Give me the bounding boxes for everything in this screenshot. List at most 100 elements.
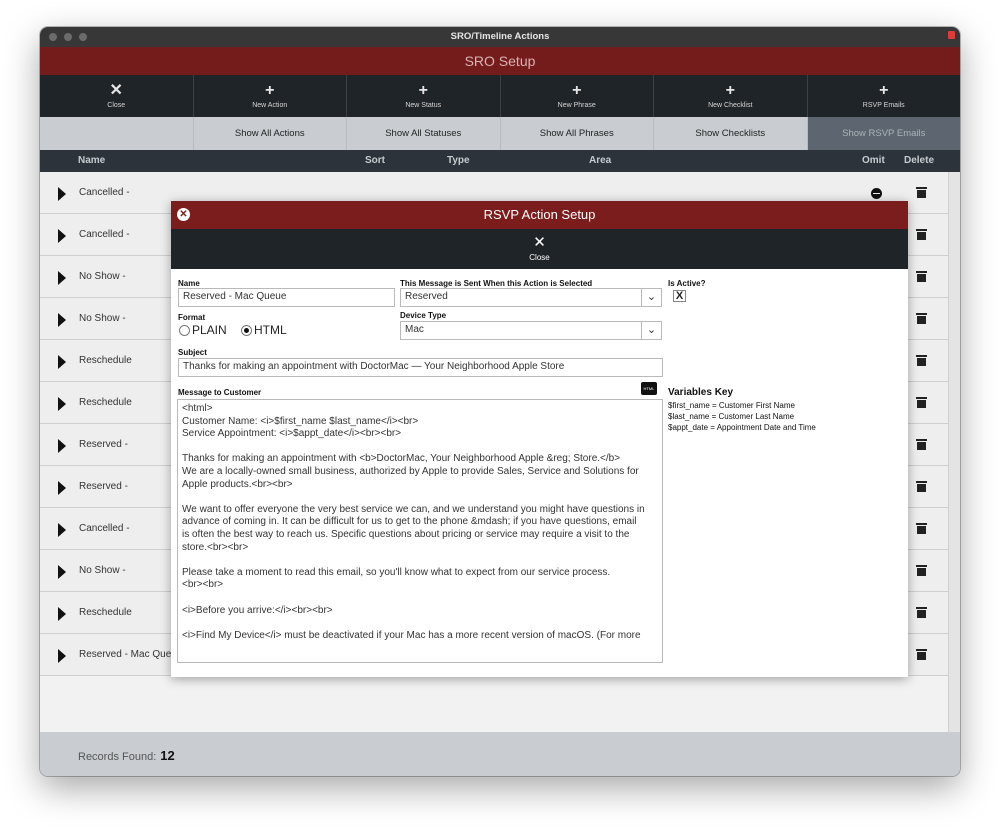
disclosure-triangle-icon[interactable] <box>58 355 66 369</box>
trash-icon[interactable] <box>916 187 927 198</box>
html-icon[interactable]: HTML <box>641 382 657 395</box>
sent-when-select[interactable]: Reserved ⌄ <box>400 288 662 307</box>
rsvp-emails-button[interactable]: + RSVP Emails <box>808 75 961 117</box>
row-name: No Show - <box>79 271 126 282</box>
new-action-label: New Action <box>252 101 288 109</box>
message-line: Thanks for making an appointment with <b… <box>182 453 621 465</box>
title-bar: SRO/Timeline Actions <box>40 27 960 47</box>
close-button-label: Close <box>107 101 126 109</box>
variable-last-name: $last_name = Customer Last Name <box>668 412 795 421</box>
variables-key-title: Variables Key <box>668 387 734 398</box>
disclosure-triangle-icon[interactable] <box>58 607 66 621</box>
device-type-value: Mac <box>405 324 424 335</box>
message-line: <i>Find My Device</i> must be deactivate… <box>182 629 641 641</box>
message-line <box>182 592 658 605</box>
trash-icon[interactable] <box>916 607 927 618</box>
row-name: Cancelled - <box>79 187 130 198</box>
message-line: Customer Name: <i>$first_name $last_name… <box>182 415 419 427</box>
show-all-actions-button[interactable]: Show All Actions <box>194 117 347 150</box>
scrollbar[interactable] <box>948 172 960 737</box>
message-line: <i>Before you arrive:</i><br><br> <box>182 604 333 616</box>
lock-icon <box>948 31 955 39</box>
records-found: Records Found: 12 <box>78 748 175 763</box>
plus-icon: + <box>572 81 582 99</box>
device-type-label: Device Type <box>400 311 447 320</box>
disclosure-triangle-icon[interactable] <box>58 649 66 663</box>
col-area[interactable]: Area <box>589 155 611 166</box>
is-active-checkbox[interactable]: X <box>673 290 686 302</box>
message-textarea[interactable]: <html> Customer Name: <i>$first_name $las… <box>177 399 663 663</box>
trash-icon[interactable] <box>916 481 927 492</box>
omit-icon[interactable] <box>871 188 882 199</box>
subject-field[interactable]: Thanks for making an appointment with Do… <box>178 358 663 377</box>
disclosure-triangle-icon[interactable] <box>58 229 66 243</box>
trash-icon[interactable] <box>916 229 927 240</box>
row-name: Reschedule <box>79 607 132 618</box>
trash-icon[interactable] <box>916 523 927 534</box>
disclosure-triangle-icon[interactable] <box>58 565 66 579</box>
trash-icon[interactable] <box>916 649 927 660</box>
col-name[interactable]: Name <box>78 155 105 166</box>
trash-icon[interactable] <box>916 271 927 282</box>
close-button[interactable]: ✕ Close <box>40 75 194 117</box>
sent-when-label: This Message is Sent When this Action is… <box>400 279 593 288</box>
subject-label: Subject <box>178 348 207 357</box>
filter-blank <box>40 117 194 150</box>
page-title: SRO Setup <box>40 47 960 75</box>
show-rsvp-emails-button[interactable]: Show RSVP Emails <box>807 117 960 150</box>
row-name: Reschedule <box>79 397 132 408</box>
show-all-statuses-button[interactable]: Show All Statuses <box>347 117 501 150</box>
sent-when-value: Reserved <box>405 291 448 302</box>
window-title: SRO/Timeline Actions <box>450 31 550 42</box>
is-active-label: Is Active? <box>668 279 706 288</box>
trash-icon[interactable] <box>916 397 927 408</box>
format-label: Format <box>178 313 206 322</box>
message-line: store.<br><br> <box>182 541 249 553</box>
message-line: Please take a moment to read this email,… <box>182 566 611 578</box>
trash-icon[interactable] <box>916 565 927 576</box>
col-type[interactable]: Type <box>447 155 470 166</box>
message-line: Apple products.<br><br> <box>182 478 293 490</box>
disclosure-triangle-icon[interactable] <box>58 397 66 411</box>
toolbar: ✕ Close + New Action + New Status + New … <box>40 75 960 117</box>
new-action-button[interactable]: + New Action <box>194 75 347 117</box>
message-line: <html> <box>182 403 213 414</box>
plus-icon: + <box>418 81 428 99</box>
name-field[interactable]: Reserved - Mac Queue <box>178 288 395 307</box>
show-all-phrases-button[interactable]: Show All Phrases <box>501 117 654 150</box>
disclosure-triangle-icon[interactable] <box>58 481 66 495</box>
row-name: Cancelled - <box>79 523 130 534</box>
disclosure-triangle-icon[interactable] <box>58 439 66 453</box>
chevron-down-icon: ⌄ <box>641 322 661 339</box>
new-phrase-button[interactable]: + New Phrase <box>501 75 654 117</box>
dialog-close-icon[interactable]: ✕ <box>177 208 190 221</box>
new-status-button[interactable]: + New Status <box>347 75 501 117</box>
row-name: Reserved - <box>79 481 128 492</box>
trash-icon[interactable] <box>916 355 927 366</box>
variable-appt-date: $appt_date = Appointment Date and Time <box>668 423 816 432</box>
col-sort[interactable]: Sort <box>365 155 385 166</box>
disclosure-triangle-icon[interactable] <box>58 523 66 537</box>
message-line: Service Appointment: <i>$appt_date</i><b… <box>182 428 402 440</box>
format-html-radio[interactable]: HTML <box>241 323 287 337</box>
device-type-select[interactable]: Mac ⌄ <box>400 321 662 340</box>
row-name: Reschedule <box>79 355 132 366</box>
message-label: Message to Customer <box>178 388 262 397</box>
trash-icon[interactable] <box>916 439 927 450</box>
disclosure-triangle-icon[interactable] <box>58 187 66 201</box>
row-name: No Show - <box>79 565 126 576</box>
format-plain-radio[interactable]: PLAIN <box>179 323 227 337</box>
disclosure-triangle-icon[interactable] <box>58 271 66 285</box>
message-line: We want to offer everyone the very best … <box>182 503 645 515</box>
variables-key: $first_name = Customer First Name $last_… <box>668 400 816 433</box>
col-omit: Omit <box>862 155 885 166</box>
trash-icon[interactable] <box>916 313 927 324</box>
dialog-close-button[interactable]: ✕ Close <box>171 229 908 269</box>
variable-first-name: $first_name = Customer First Name <box>668 401 795 410</box>
records-count: 12 <box>160 748 175 763</box>
close-icon: ✕ <box>533 234 546 251</box>
disclosure-triangle-icon[interactable] <box>58 313 66 327</box>
new-checklist-button[interactable]: + New Checklist <box>654 75 808 117</box>
show-checklists-button[interactable]: Show Checklists <box>654 117 808 150</box>
app-window: SRO/Timeline Actions SRO Setup ✕ Close +… <box>40 27 960 776</box>
